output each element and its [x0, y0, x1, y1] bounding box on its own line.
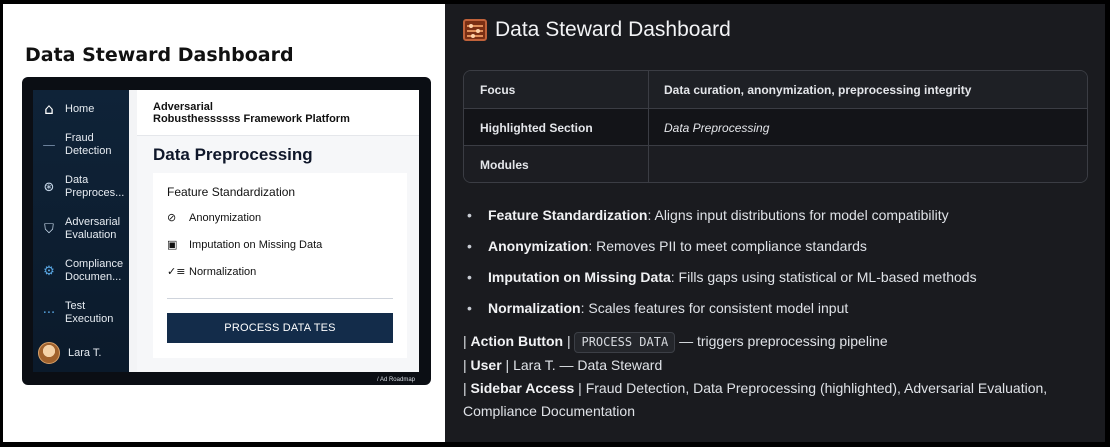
option-label: Normalization: [189, 265, 257, 278]
option-normalization[interactable]: ✓≡ Normalization: [167, 265, 256, 278]
user-name: Lara T.: [68, 346, 102, 359]
description-panel: Data Steward Dashboard Focus Data curati…: [445, 4, 1105, 442]
item-term: Normalization: [488, 300, 581, 316]
gear-icon: ⚙: [43, 263, 55, 279]
dash-icon: —: [42, 137, 56, 153]
user-profile[interactable]: Lara T.: [33, 340, 129, 366]
box-icon: ▣: [167, 238, 178, 251]
sidebar-item-label: Test Execution: [65, 300, 114, 325]
list-item: • Anonymization: Removes PII to meet com…: [467, 238, 867, 254]
table-value: Data curation, anonymization, preprocess…: [664, 83, 972, 97]
sidebar-item-label: Data Preproces...: [65, 174, 125, 199]
home-icon: ⌂: [44, 100, 54, 118]
sidebar-item-label: Adversarial Evaluation: [65, 216, 121, 241]
main-pane: Adversarial Robusthessssss Framework Pla…: [137, 90, 419, 372]
pipe: |: [463, 380, 471, 396]
app-header: Adversarial Robusthessssss Framework Pla…: [137, 90, 419, 136]
shield-icon: ⛉: [44, 221, 54, 237]
item-term: Feature Standardization: [488, 207, 648, 223]
item-desc: : Removes PII to meet compliance standar…: [588, 238, 867, 254]
doc-title-row: Data Steward Dashboard: [463, 18, 731, 42]
action-desc: — triggers preprocessing pipeline: [675, 333, 888, 349]
checklist-icon: ✓≡: [167, 265, 186, 278]
watermark: / Ad Roadmap: [376, 377, 415, 383]
page-title: Data Preprocessing: [153, 145, 313, 164]
option-label: Anonymization: [189, 211, 262, 224]
avatar: [38, 342, 60, 364]
sidebar-item-compliance-documentation[interactable]: ⚙ Compliance Documen...: [33, 256, 129, 286]
action-line: | Action Button | PROCESS DATA — trigger…: [463, 330, 888, 353]
pipe: |: [463, 357, 471, 373]
app-name: Adversarial Robusthessssss Framework Pla…: [153, 101, 350, 125]
list-item: • Imputation on Missing Data: Fills gaps…: [467, 269, 977, 285]
table-value: Data Preprocessing: [664, 121, 770, 135]
eye-slash-icon: ⊘: [167, 211, 177, 224]
app-screen: ⌂ Home — Fraud Detection ⊛ Data Preproce…: [33, 90, 419, 372]
preprocessing-card: Feature Standardization ⊘ Anonymization …: [153, 173, 407, 358]
doc-title: Data Steward Dashboard: [495, 18, 731, 41]
process-data-button[interactable]: PROCESS DATA TES: [167, 313, 393, 343]
sidebar-item-label: Home: [65, 102, 95, 115]
item-term: Imputation on Missing Data: [488, 269, 671, 285]
option-label: Imputation on Missing Data: [189, 238, 323, 251]
table-row: Highlighted Section Data Preprocessing: [464, 108, 1087, 145]
item-desc: : Scales features for consistent model i…: [580, 300, 849, 316]
item-term: Anonymization: [488, 238, 589, 254]
table-row: Modules: [464, 145, 1087, 182]
ellipsis-icon: ···: [42, 305, 56, 321]
pipe: |: [563, 333, 575, 349]
option-anonymization[interactable]: ⊘ Anonymization: [167, 211, 261, 224]
sidebar-item-test-execution[interactable]: ··· Test Execution: [33, 298, 129, 328]
pipe: |: [463, 333, 471, 349]
list-item: • Feature Standardization: Aligns input …: [467, 207, 949, 223]
divider: [167, 298, 393, 299]
option-imputation[interactable]: ▣ Imputation on Missing Data: [167, 238, 322, 251]
item-desc: : Aligns input distributions for model c…: [647, 207, 949, 223]
action-code: PROCESS DATA: [574, 332, 676, 353]
table-key: Highlighted Section: [480, 121, 593, 135]
sidebar-item-data-preprocessing[interactable]: ⊛ Data Preproces...: [33, 172, 129, 202]
user-line: | User | Lara T. — Data Steward: [463, 354, 662, 377]
list-item: • Normalization: Scales features for con…: [467, 300, 849, 316]
device-frame: ⌂ Home — Fraud Detection ⊛ Data Preproce…: [22, 77, 431, 385]
sidebar-item-label: Fraud Detection: [65, 132, 112, 157]
user-label: User: [470, 357, 502, 373]
table-key: Modules: [480, 158, 529, 172]
action-label: Action Button: [470, 333, 564, 349]
sidebar-access-line: | Sidebar Access | Fraud Detection, Data…: [463, 377, 1063, 423]
table-row: Focus Data curation, anonymization, prep…: [464, 71, 1087, 108]
sidebar-access-label: Sidebar Access: [470, 380, 575, 396]
sidebar: ⌂ Home — Fraud Detection ⊛ Data Preproce…: [33, 90, 129, 372]
card-title: Feature Standardization: [167, 185, 296, 199]
mockup-title: Data Steward Dashboard: [25, 44, 294, 66]
sidebar-item-home[interactable]: ⌂ Home: [33, 98, 129, 120]
user-text: | Lara T. — Data Steward: [501, 357, 663, 373]
sidebar-item-label: Compliance Documen...: [65, 258, 124, 283]
sidebar-item-adversarial-evaluation[interactable]: ⛉ Adversarial Evaluation: [33, 214, 129, 244]
info-table: Focus Data curation, anonymization, prep…: [463, 70, 1088, 183]
item-desc: : Fills gaps using statistical or ML-bas…: [670, 269, 977, 285]
sidebar-item-fraud-detection[interactable]: — Fraud Detection: [33, 130, 129, 160]
table-key: Focus: [480, 83, 516, 97]
brain-icon: ⊛: [43, 179, 55, 195]
abacus-icon: [463, 19, 487, 41]
mockup-panel: Data Steward Dashboard ⌂ Home — Fraud De…: [3, 4, 445, 442]
